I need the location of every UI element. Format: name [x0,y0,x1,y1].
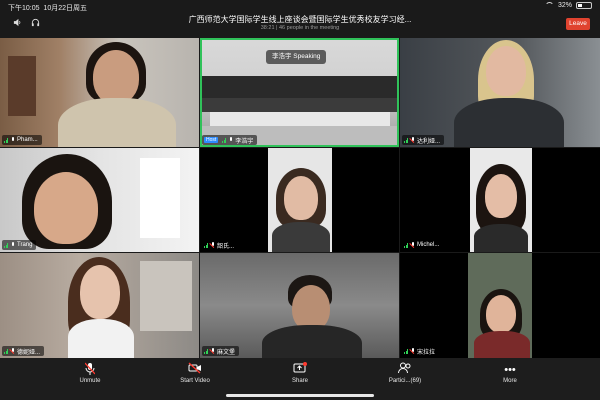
mic-muted-icon [210,348,215,354]
participant-name: 韶氏... [217,243,235,250]
mic-muted-icon [410,348,415,354]
more-icon: ••• [504,364,516,376]
mic-muted-icon [60,362,120,378]
video-tile[interactable]: 达利娅... [400,38,600,147]
participant-name: 李浩宇 [235,138,254,145]
status-right: 32% [544,2,592,9]
battery-icon [576,2,592,9]
participant-video [0,148,199,252]
wifi-icon [544,2,554,9]
participants-button[interactable]: Partici...(69) [375,362,435,384]
video-tile[interactable]: Trang [0,148,199,252]
more-label: More [503,378,517,384]
signal-icon [204,242,208,248]
share-button[interactable]: Share [270,362,330,384]
participant-video [200,253,399,358]
participant-nameplate: 韶氏... [202,240,239,250]
bookshelf [8,56,36,116]
participant-name: Pham... [17,137,38,143]
participant-nameplate: Pham... [2,135,42,145]
participant-nameplate: Michel... [402,240,444,250]
participant-face [284,176,318,220]
signal-icon [4,137,8,143]
mic-muted-icon [410,242,415,248]
headphones-icon[interactable] [30,18,40,28]
participant-name: Trang [17,242,33,248]
video-tile[interactable]: Michel... [400,148,600,252]
participant-video [200,148,399,252]
share-icon [270,362,330,378]
meeting-header: 广西师范大学国际学生线上座谈会暨国际学生优秀校友学习经... 38:21 | 4… [0,14,600,38]
participant-face [486,295,516,333]
video-tile[interactable]: 麻文堡 [200,253,399,358]
video-tile[interactable]: 宋拉拉 [400,253,600,358]
home-indicator[interactable] [226,394,374,397]
signal-icon [404,137,408,143]
signal-icon [404,348,408,354]
participant-name: 达利娅... [417,138,441,145]
participant-name: 麻文堡 [217,349,236,356]
more-button[interactable]: ••• More [480,362,540,384]
participant-video [400,148,600,252]
mic-icon [228,137,233,143]
participant-face [486,46,526,96]
video-tile[interactable]: 德妮娅... [0,253,199,358]
unmute-button[interactable]: Unmute [60,362,120,384]
unmute-label: Unmute [79,378,101,384]
signal-icon [4,242,8,248]
participant-name: Michel... [417,242,440,248]
host-badge: Host [204,137,219,143]
participant-nameplate: 德妮娅... [2,346,45,356]
start-video-button[interactable]: Start Video [165,362,225,384]
participant-video [0,38,199,147]
conference-table [210,112,390,126]
status-time: 下午10:05 10月22日周五 [8,5,87,12]
participant-nameplate: Host 李浩宇 [202,135,258,145]
share-label: Share [291,378,308,384]
speaker-icon[interactable] [12,18,22,28]
mic-muted-icon [410,137,415,143]
mic-muted-icon [10,348,15,354]
participant-nameplate: 宋拉拉 [402,346,440,356]
meeting-subtitle: 38:21 | 46 people in the meeting [260,25,340,31]
meeting-title: 广西师范大学国际学生线上座谈会暨国际学生优秀校友学习经... [188,15,412,24]
start-video-label: Start Video [180,378,210,384]
participant-nameplate: 麻文堡 [202,346,240,356]
signal-icon [204,348,208,354]
participant-nameplate: 达利娅... [402,135,445,145]
mic-icon [10,137,15,143]
video-tile-active[interactable]: 李浩宇 Speaking Host 李浩宇 [200,38,399,147]
status-bar: 下午10:05 10月22日周五 32% [0,0,600,14]
video-grid: Pham... 李浩宇 Speaking Host 李浩宇 达利娅... Tra… [0,38,600,358]
participant-name: 宋拉拉 [417,349,436,356]
video-tile[interactable]: 韶氏... [200,148,399,252]
participant-face [93,50,139,104]
participant-video [400,253,600,358]
mic-muted-icon [210,242,215,248]
participant-face [34,172,98,244]
signal-icon [404,242,408,248]
leave-button[interactable]: Leave [566,18,590,30]
participant-video [400,38,600,147]
signal-icon [222,137,227,143]
battery-percent: 32% [557,2,572,9]
participants-icon [375,362,435,378]
speaking-indicator: 李浩宇 Speaking [266,50,327,64]
participant-face [485,174,517,218]
participant-nameplate: Trang [2,240,37,250]
video-off-icon [165,362,225,378]
participant-face [80,265,120,319]
mic-icon [10,242,15,248]
participant-name: 德妮娅... [17,349,41,356]
participants-label: Partici...(69) [388,378,422,384]
shelf [140,261,192,331]
signal-icon [4,348,8,354]
participant-video [0,253,199,358]
video-tile[interactable]: Pham... [0,38,199,147]
